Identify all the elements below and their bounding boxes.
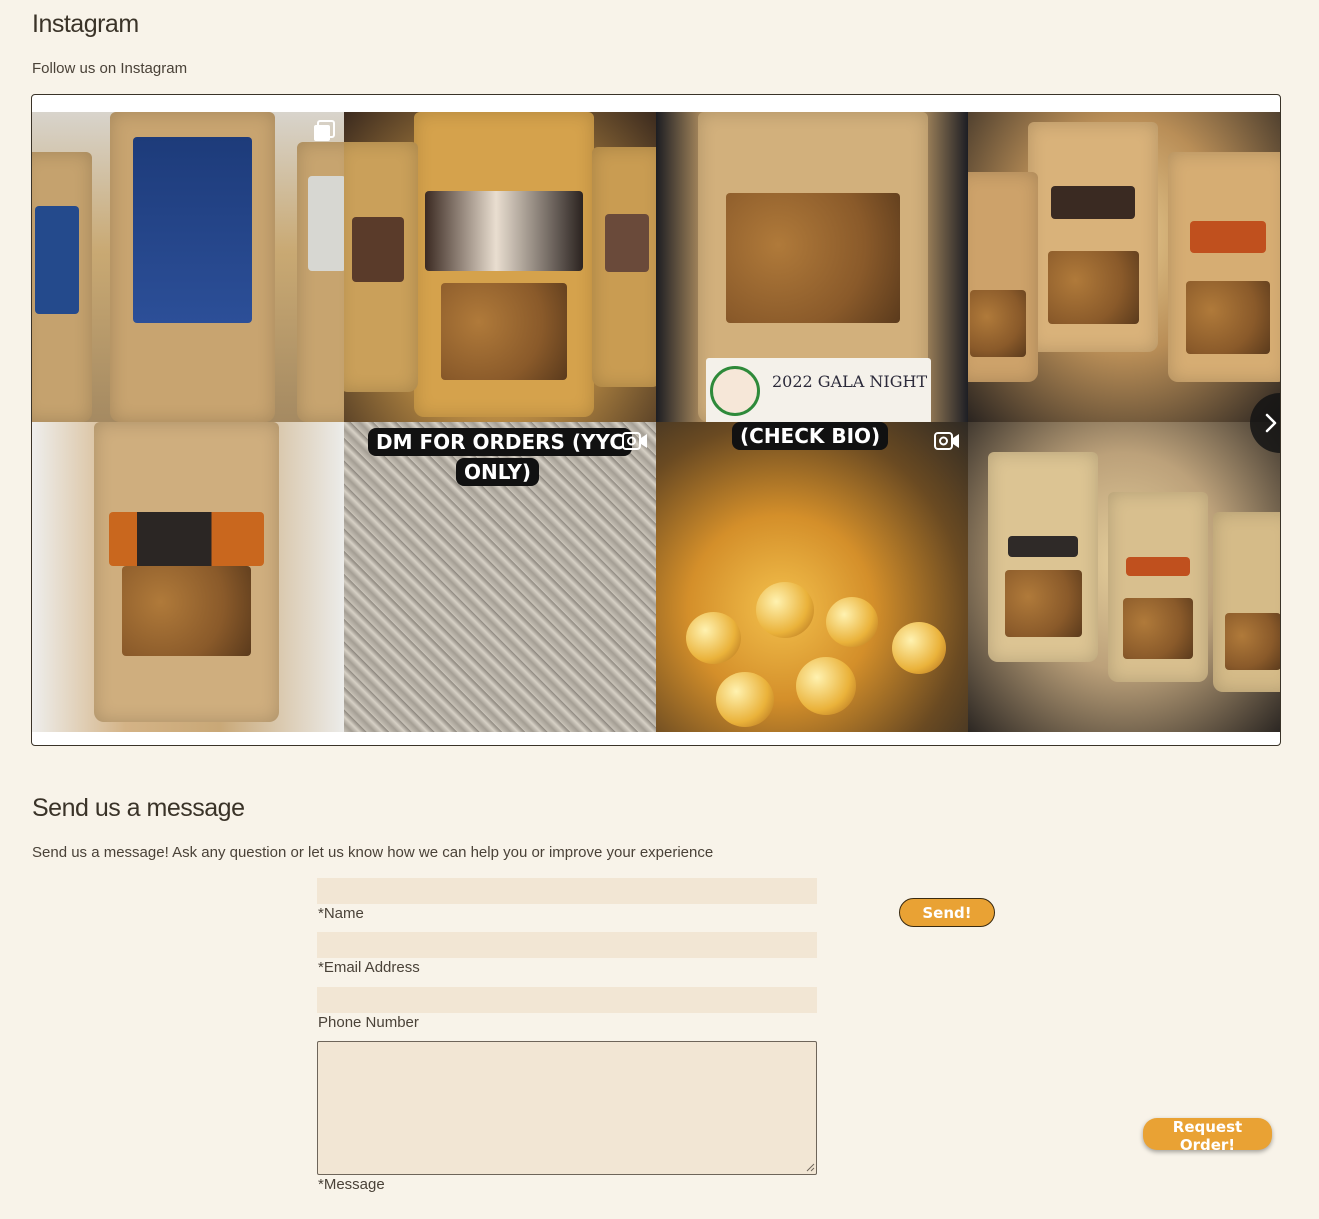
instagram-title: Instagram — [32, 10, 139, 38]
instagram-grid: 2022 GALA NIGHT DM FOR ORDERS (YYC ONLY)… — [32, 112, 1280, 732]
post-caption: (CHECK BIO) — [732, 422, 889, 450]
name-field-label: *Name — [318, 905, 364, 922]
event-sign: 2022 GALA NIGHT — [706, 358, 931, 422]
snack-bag-image — [94, 422, 279, 722]
page: Instagram Follow us on Instagram 2022 GA… — [0, 0, 1319, 1219]
phone-field[interactable] — [317, 987, 817, 1013]
send-button[interactable]: Send! — [899, 898, 995, 927]
event-sign-text: 2022 GALA NIGHT — [772, 372, 928, 391]
instagram-post[interactable]: DM FOR ORDERS (YYC ONLY) — [344, 422, 656, 732]
video-camera-icon — [934, 432, 959, 450]
instagram-subtitle: Follow us on Instagram — [32, 60, 188, 77]
email-field[interactable] — [317, 932, 817, 958]
snack-bag-image — [110, 112, 275, 422]
multiple-images-icon — [314, 120, 335, 141]
instagram-post[interactable] — [32, 112, 344, 422]
email-field-label: *Email Address — [318, 959, 420, 976]
snack-bag-image — [414, 112, 594, 417]
post-caption: DM FOR ORDERS (YYC — [368, 428, 632, 456]
video-camera-icon — [622, 432, 647, 450]
instagram-post[interactable]: 2022 GALA NIGHT — [656, 112, 968, 422]
message-section-subtitle: Send us a message! Ask any question or l… — [32, 844, 714, 861]
instagram-feed: 2022 GALA NIGHT DM FOR ORDERS (YYC ONLY)… — [31, 94, 1281, 746]
name-field[interactable] — [317, 878, 817, 904]
message-field[interactable] — [317, 1041, 817, 1175]
message-field-label: *Message — [318, 1176, 385, 1193]
request-order-button[interactable]: Request Order! — [1143, 1118, 1272, 1154]
instagram-post[interactable]: (CHECK BIO) — [656, 422, 968, 732]
chevron-right-icon — [1265, 413, 1277, 433]
snack-bag-image — [1028, 122, 1158, 352]
post-caption: ONLY) — [456, 458, 539, 486]
instagram-post[interactable] — [344, 112, 656, 422]
event-logo — [710, 366, 760, 416]
phone-field-label: Phone Number — [318, 1014, 419, 1031]
instagram-post[interactable] — [32, 422, 344, 732]
message-section-title: Send us a message — [32, 794, 245, 822]
instagram-post[interactable] — [968, 112, 1280, 422]
snack-bag-image — [988, 452, 1098, 662]
instagram-post[interactable] — [968, 422, 1280, 732]
resize-handle-icon[interactable] — [806, 1163, 815, 1172]
